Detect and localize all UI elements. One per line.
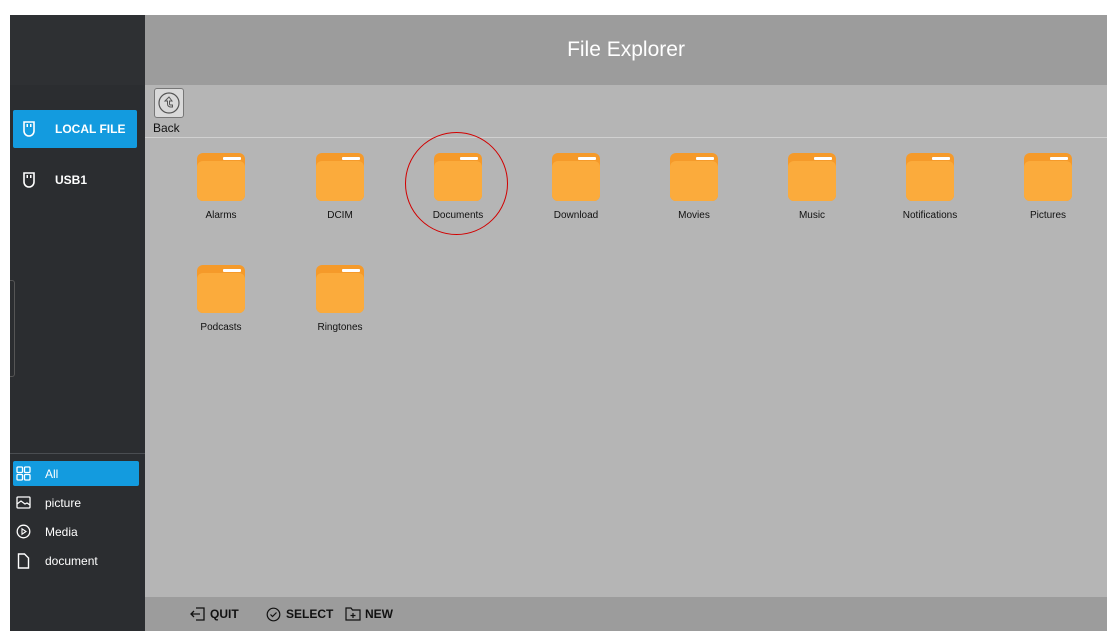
usb-drive-icon — [19, 119, 39, 139]
usb-drive-icon — [19, 170, 39, 190]
file-explorer-app: LOCAL FILE USB1 All picture Media docume… — [10, 15, 1107, 631]
toolbar: Back — [145, 85, 1107, 138]
grid-icon — [15, 466, 31, 482]
folder-alarms[interactable]: Alarms — [162, 153, 280, 221]
folder-podcasts[interactable]: Podcasts — [162, 265, 280, 333]
play-icon — [15, 524, 31, 540]
new-button[interactable]: NEW — [345, 597, 393, 631]
sidebar-scrollbar[interactable] — [10, 280, 15, 377]
sidebar-divider — [10, 453, 145, 454]
category-all[interactable]: All — [13, 461, 139, 486]
folder-label: Download — [553, 210, 599, 221]
page-title: File Explorer — [567, 38, 685, 61]
sidebar-item-label: LOCAL FILE — [55, 122, 126, 136]
folder-label: Alarms — [205, 210, 237, 221]
sidebar-item-usb1[interactable]: USB1 — [13, 161, 137, 199]
folder-icon — [552, 153, 600, 201]
highlight-circle — [405, 132, 508, 235]
category-label: Media — [45, 524, 78, 539]
category-label: document — [45, 553, 98, 568]
folder-icon — [197, 265, 245, 313]
main-panel: File Explorer Back Alarms DCIM Documents — [145, 15, 1107, 631]
back-button[interactable] — [154, 88, 184, 118]
select-label: SELECT — [286, 607, 334, 621]
document-icon — [15, 552, 31, 569]
check-circle-icon — [266, 606, 282, 622]
folder-icon — [906, 153, 954, 201]
sidebar-item-label: USB1 — [55, 173, 88, 187]
quit-button[interactable]: QUIT — [190, 597, 239, 631]
folder-label: Notifications — [902, 210, 958, 221]
new-label: NEW — [365, 607, 393, 621]
folder-label: Music — [798, 210, 826, 221]
folder-icon — [1024, 153, 1072, 201]
folder-icon — [316, 153, 364, 201]
folder-label: Podcasts — [200, 322, 242, 333]
category-label: All — [45, 466, 59, 481]
folder-label: Pictures — [1029, 210, 1067, 221]
folder-icon — [788, 153, 836, 201]
folder-ringtones[interactable]: Ringtones — [281, 265, 399, 333]
folder-label: DCIM — [327, 210, 353, 221]
exit-icon — [190, 606, 206, 622]
folder-pictures[interactable]: Pictures — [989, 153, 1107, 221]
sidebar-header — [10, 15, 145, 85]
folder-movies[interactable]: Movies — [635, 153, 753, 221]
folder-dcim[interactable]: DCIM — [281, 153, 399, 221]
category-document[interactable]: document — [13, 548, 139, 573]
sidebar: LOCAL FILE USB1 All picture Media docume… — [10, 15, 145, 631]
folder-music[interactable]: Music — [753, 153, 871, 221]
folder-download[interactable]: Download — [517, 153, 635, 221]
folder-icon — [670, 153, 718, 201]
folder-icon — [316, 265, 364, 313]
category-label: picture — [45, 495, 82, 510]
folder-grid: Alarms DCIM Documents Download Movies Mu… — [145, 137, 1107, 597]
image-icon — [15, 495, 31, 511]
folder-label: Movies — [678, 210, 710, 221]
back-icon — [158, 92, 180, 114]
select-button[interactable]: SELECT — [266, 597, 333, 631]
folder-icon — [197, 153, 245, 201]
title-bar: File Explorer — [145, 15, 1107, 85]
new-folder-icon — [345, 606, 361, 622]
category-picture[interactable]: picture — [13, 490, 139, 515]
folder-label: Ringtones — [317, 322, 363, 333]
sidebar-item-local-file[interactable]: LOCAL FILE — [13, 110, 137, 148]
back-label: Back — [153, 121, 180, 135]
quit-label: QUIT — [210, 607, 239, 621]
footer-bar: QUIT SELECT NEW — [145, 597, 1107, 631]
category-media[interactable]: Media — [13, 519, 139, 544]
folder-notifications[interactable]: Notifications — [871, 153, 989, 221]
